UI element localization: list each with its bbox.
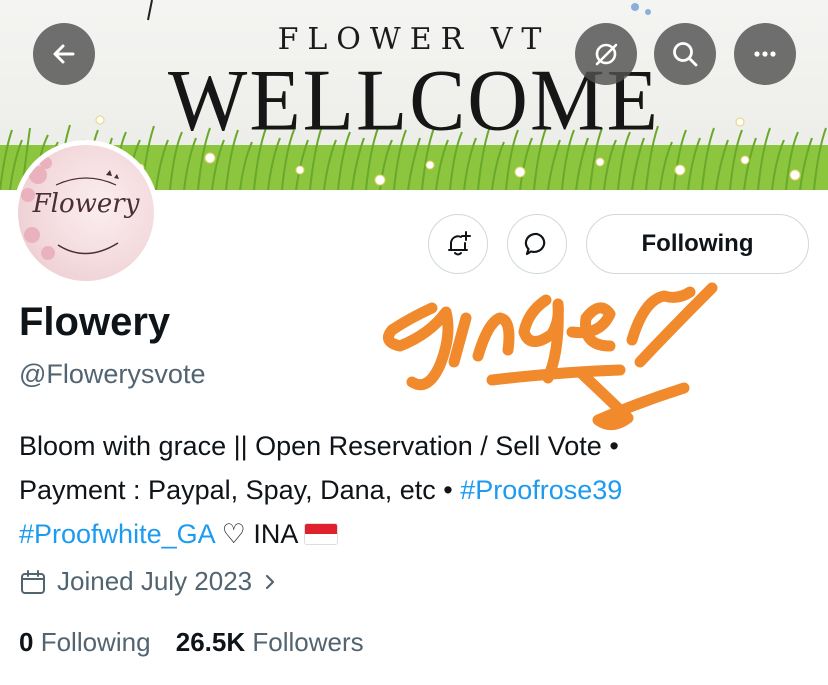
back-button[interactable] — [33, 23, 95, 85]
profile-bio: Bloom with grace || Open Reservation / S… — [19, 424, 814, 556]
hashtag-proofrose39[interactable]: #Proofrose39 — [460, 475, 622, 505]
bio-tail-text: ♡ INA — [214, 519, 297, 549]
avatar[interactable]: Flowery — [13, 140, 159, 286]
joined-date-text: Joined July 2023 — [57, 566, 253, 596]
follow-stats: 0 Following 26.5K Followers — [19, 627, 364, 658]
joined-date-row[interactable]: Joined July 2023 — [19, 566, 280, 597]
bio-text: Payment : Paypal, Spay, Dana, etc • — [19, 475, 461, 505]
following-count: 0 — [19, 627, 34, 657]
search-button[interactable] — [654, 23, 716, 85]
avatar-image: Flowery — [18, 145, 154, 281]
calendar-icon — [21, 569, 45, 594]
arrow-left-icon — [53, 44, 75, 64]
chevron-right-icon — [266, 574, 275, 589]
more-horizontal-icon — [754, 51, 776, 57]
profile-handle: @Flowerysvote — [19, 359, 206, 389]
grok-button[interactable] — [575, 23, 637, 85]
followers-label: Followers — [252, 627, 364, 657]
hashtag-proofwhite-ga[interactable]: #Proofwhite_GA — [19, 519, 214, 549]
bio-line-2: Payment : Paypal, Spay, Dana, etc • #Pro… — [19, 468, 814, 512]
more-button[interactable] — [734, 23, 796, 85]
profile-display-name: Flowery — [19, 300, 171, 344]
message-bubble-icon — [524, 232, 546, 256]
notify-button[interactable] — [428, 214, 488, 274]
bio-line-3: #Proofwhite_GA ♡ INA — [19, 512, 814, 556]
followers-count: 26.5K — [175, 627, 246, 657]
following-stat[interactable]: 0 Following — [19, 627, 151, 657]
following-button[interactable]: Following — [586, 214, 809, 274]
following-label: Following — [40, 627, 151, 657]
bell-plus-icon — [448, 231, 471, 256]
followers-stat[interactable]: 26.5K Followers — [176, 627, 364, 657]
bio-line-1: Bloom with grace || Open Reservation / S… — [19, 431, 619, 461]
message-button[interactable] — [507, 214, 567, 274]
grok-icon — [595, 43, 618, 66]
search-icon — [673, 42, 698, 67]
avatar-logo-text: Flowery — [32, 189, 140, 219]
indonesia-flag-icon — [304, 523, 339, 545]
